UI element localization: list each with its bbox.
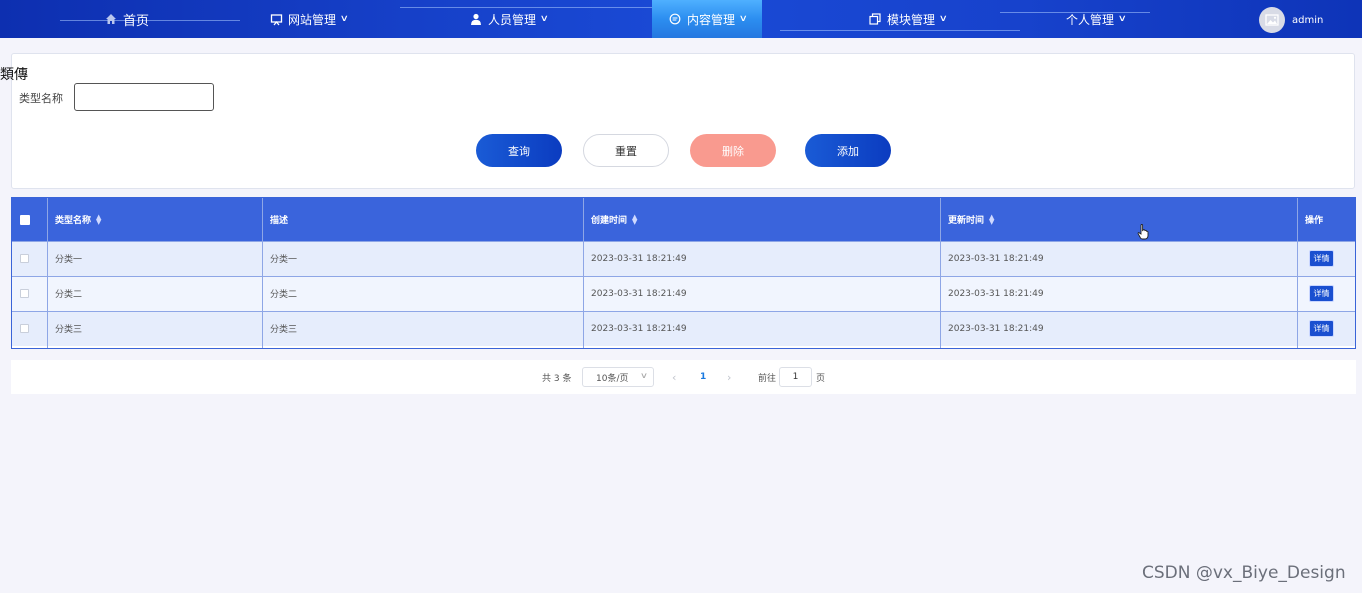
avatar [1259,7,1285,33]
cell-actions: 详情 [1309,276,1334,311]
data-table: 类型名称 ▲ ▼ 描述 创建时间 ▲ ▼ 更新时间 ▲ ▼ 操作 分类一 分类一 20… [11,197,1356,349]
pagination: 共 3 条 10条/页 ∨ ‹ 1 › 前往 页 [11,360,1356,394]
reset-button[interactable]: 重置 [583,134,669,167]
row-checkbox[interactable] [20,289,29,298]
user-icon [469,12,483,26]
page-number-current[interactable]: 1 [700,360,706,394]
nav-personal-management[interactable]: 个人管理 ∨ [1066,0,1127,38]
detail-button[interactable]: 详情 [1309,285,1334,302]
panel-title: 類傳 [0,67,28,83]
nav-home-label: 首页 [123,13,150,29]
col-updated-time[interactable]: 更新时间 ▲ ▼ [948,198,994,241]
page-size-select[interactable]: 10条/页 ∨ [582,367,654,387]
nav-staff-management[interactable]: 人员管理 ∨ [469,0,549,38]
col-created-time[interactable]: 创建时间 ▲ ▼ [591,198,637,241]
row-select-cell [20,311,29,346]
chevron-down-icon: ∨ [938,14,948,24]
cell-updated-time: 2023-03-31 18:21:49 [948,288,1044,299]
delete-button[interactable]: 删除 [690,134,776,167]
cell-type-name: 分类一 [55,255,83,265]
cell-description: 分类二 [270,290,298,300]
column-divider [262,198,263,348]
page-unit-label: 页 [816,373,826,384]
cell-updated-time: 2023-03-31 18:21:49 [948,253,1044,264]
col-header-label: 创建时间 [591,216,628,226]
chevron-down-icon: ∨ [738,14,748,24]
column-divider [1297,198,1298,348]
cell-type-name: 分类二 [55,290,83,300]
detail-button[interactable]: 详情 [1309,250,1334,267]
select-all-checkbox[interactable] [20,214,30,225]
nav-content-management[interactable]: 内容管理 ∨ [668,0,748,38]
chevron-down-icon: ∨ [539,14,549,24]
row-select-cell [20,241,29,276]
col-operations: 操作 [1305,198,1323,241]
cell-actions: 详情 [1309,311,1334,346]
page-size-value: 10条/页 [596,373,629,384]
col-type-name[interactable]: 类型名称 ▲ ▼ [55,198,101,241]
chevron-down-icon: ∨ [639,371,649,380]
hand-cursor-icon [1137,224,1149,244]
image-placeholder-icon [1265,14,1279,26]
table-header [12,198,1355,241]
detail-button[interactable]: 详情 [1309,320,1334,337]
col-header-label: 描述 [270,216,289,226]
nav-item-label: 模块管理 [887,12,936,27]
decor-streak [60,20,240,21]
add-button[interactable]: 添加 [805,134,891,167]
top-navigation: 首页 网站管理 ∨ 人员管理 ∨ 内容管理 ∨ 模块管理 ∨ 个人管理 ∨ ad… [0,0,1362,38]
sort-icon[interactable]: ▲ ▼ [989,213,994,225]
type-name-input[interactable] [74,83,214,111]
prev-page-icon[interactable]: ‹ [672,360,676,394]
goto-label: 前往 [758,373,777,384]
cell-created-time: 2023-03-31 18:21:49 [591,288,687,299]
query-button[interactable]: 查询 [476,134,562,167]
watermark: CSDN @vx_Biye_Design [1142,563,1346,583]
user-menu[interactable]: admin [1259,6,1323,34]
chat-icon [668,12,682,26]
cell-description: 分类三 [270,325,298,335]
home-icon [104,12,118,26]
chevron-down-icon: ∨ [1117,14,1127,24]
cell-created-time: 2023-03-31 18:21:49 [591,323,687,334]
col-header-label: 更新时间 [948,216,985,226]
column-divider [47,198,48,348]
cell-type-name: 分类三 [55,325,83,335]
nav-module-management[interactable]: 模块管理 ∨ [868,0,948,38]
select-all-cell [20,198,30,241]
nav-item-label: 个人管理 [1066,12,1115,27]
username: admin [1292,14,1324,26]
chevron-down-icon: ∨ [339,14,349,24]
cell-description: 分类一 [270,255,298,265]
nav-website-management[interactable]: 网站管理 ∨ [269,0,349,38]
col-header-label: 操作 [1305,216,1324,226]
sort-icon[interactable]: ▲ ▼ [632,213,637,225]
nav-item-label: 内容管理 [687,12,736,27]
cell-actions: 详情 [1309,241,1334,276]
column-divider [940,198,941,348]
type-name-label: 类型名称 [19,92,63,105]
row-select-cell [20,276,29,311]
next-page-icon[interactable]: › [727,360,731,394]
row-checkbox[interactable] [20,254,29,263]
goto-page-input[interactable] [779,367,812,387]
sort-icon[interactable]: ▲ ▼ [96,213,101,225]
total-count: 共 3 条 [542,373,572,384]
col-header-label: 类型名称 [55,216,92,226]
cell-created-time: 2023-03-31 18:21:49 [591,253,687,264]
search-panel [11,53,1355,189]
copy-icon [868,12,882,26]
column-divider [583,198,584,348]
nav-item-label: 人员管理 [488,12,537,27]
nav-item-label: 网站管理 [288,12,337,27]
cell-updated-time: 2023-03-31 18:21:49 [948,323,1044,334]
row-checkbox[interactable] [20,324,29,333]
nav-home[interactable]: 首页 [104,0,149,38]
col-description: 描述 [270,198,288,241]
monitor-icon [269,12,283,26]
